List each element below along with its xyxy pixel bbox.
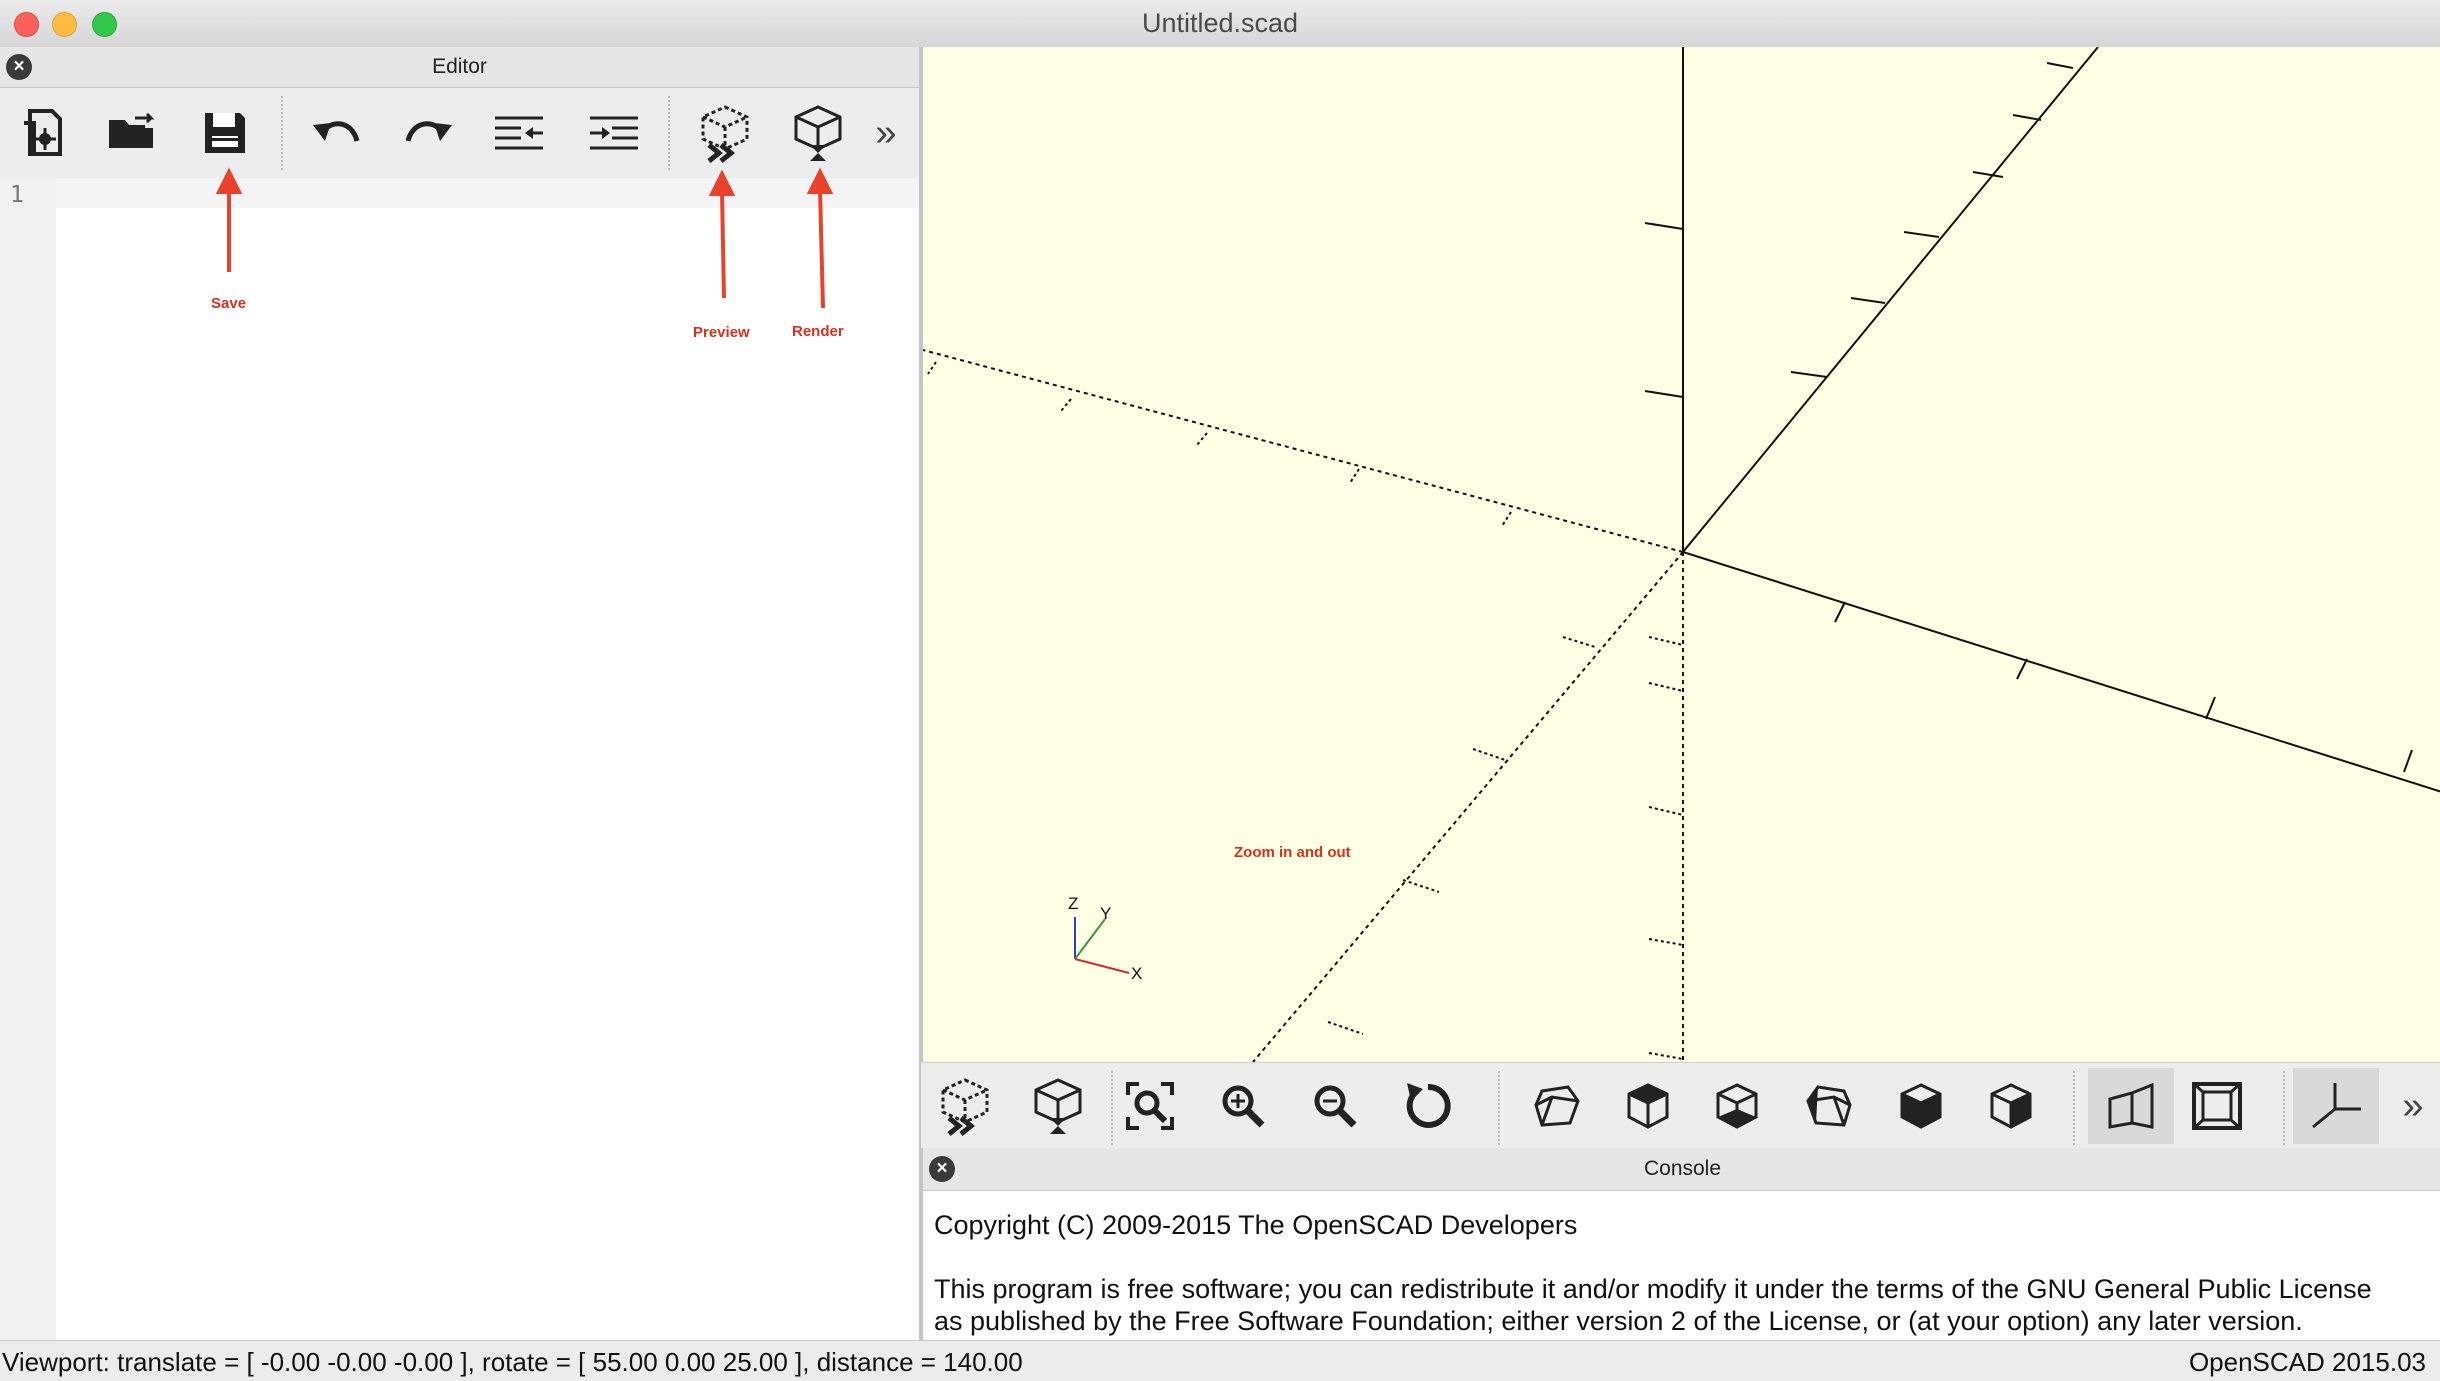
console-line: as published by the Free Software Founda… xyxy=(934,1306,2303,1336)
viewport-status: Viewport: translate = [ -0.00 -0.00 -0.0… xyxy=(2,1347,1023,1377)
axis-z-label: Z xyxy=(1068,894,1078,913)
view-all-icon[interactable] xyxy=(1118,1074,1182,1138)
console-line: This program is free software; you can r… xyxy=(934,1274,2372,1304)
3d-viewport[interactable]: Z Y X Zoom in and out xyxy=(921,47,2440,1062)
console-line: Copyright (C) 2009-2015 The OpenSCAD Dev… xyxy=(934,1210,1578,1240)
preview-icon[interactable] xyxy=(933,1074,997,1138)
save-annotation: Save xyxy=(211,295,247,312)
show-axes-icon[interactable] xyxy=(2293,1068,2379,1144)
version-label: OpenSCAD 2015.03 xyxy=(2188,1347,2426,1377)
view-front-icon[interactable] xyxy=(1889,1074,1953,1138)
axis-x-label: X xyxy=(1131,964,1142,983)
more-chevron-icon[interactable]: » xyxy=(2393,1074,2433,1138)
orthogonal-icon[interactable] xyxy=(2185,1074,2249,1138)
axis-y-label: Y xyxy=(1100,904,1111,923)
reset-view-icon[interactable] xyxy=(1396,1074,1460,1138)
viewport-toolbar: » xyxy=(921,1062,2440,1150)
axes-grid: Z Y X xyxy=(923,47,2440,1062)
perspective-icon[interactable] xyxy=(2088,1068,2174,1144)
console-output[interactable]: Copyright (C) 2009-2015 The OpenSCAD Dev… xyxy=(921,1191,2440,1340)
console-line xyxy=(934,1241,2432,1273)
view-right-icon[interactable] xyxy=(1525,1074,1589,1138)
view-bottom-icon[interactable] xyxy=(1705,1074,1769,1138)
zoom-in-icon[interactable] xyxy=(1211,1074,1275,1138)
render-icon[interactable] xyxy=(1026,1074,1090,1138)
close-console-icon[interactable]: × xyxy=(929,1156,955,1182)
render-annotation: Render xyxy=(792,323,844,340)
view-top-icon[interactable] xyxy=(1616,1074,1680,1138)
zoom-out-icon[interactable] xyxy=(1303,1074,1367,1138)
console-title: Console xyxy=(1643,1157,1722,1180)
preview-annotation: Preview xyxy=(693,324,750,341)
status-bar: Viewport: translate = [ -0.00 -0.00 -0.0… xyxy=(0,1340,2440,1381)
view-left-icon[interactable] xyxy=(1797,1074,1861,1138)
zoom-annotation: Zoom in and out xyxy=(1234,844,1351,861)
view-back-icon[interactable] xyxy=(1979,1074,2043,1138)
console-header: × Console xyxy=(921,1148,2440,1191)
